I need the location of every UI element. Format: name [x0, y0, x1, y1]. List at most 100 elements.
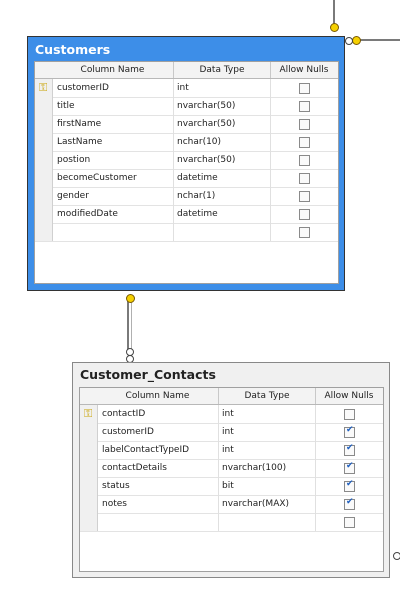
row-selector[interactable]: [35, 205, 53, 223]
data-type-cell[interactable]: int: [177, 79, 189, 97]
table-title[interactable]: Customer_Contacts: [80, 367, 216, 382]
table-row[interactable]: LastName nchar(10): [35, 133, 338, 152]
allow-nulls-checkbox[interactable]: [299, 209, 310, 220]
customers-table[interactable]: Customers Column Name Data Type Allow Nu…: [27, 36, 345, 291]
column-name-cell[interactable]: contactID: [102, 405, 145, 423]
column-name-cell[interactable]: modifiedDate: [57, 205, 118, 223]
row-selector[interactable]: [35, 97, 53, 115]
allow-nulls-checkbox[interactable]: [344, 425, 355, 438]
column-divider: [270, 205, 271, 223]
column-name-cell[interactable]: notes: [102, 495, 127, 513]
relationship-line-top[interactable]: [333, 0, 335, 25]
row-selector[interactable]: [80, 513, 98, 531]
table-row[interactable]: status bit: [80, 477, 383, 496]
data-type-cell[interactable]: nchar(10): [177, 133, 221, 151]
allow-nulls-checkbox[interactable]: [299, 155, 310, 166]
table-row[interactable]: title nvarchar(50): [35, 97, 338, 116]
column-name-cell[interactable]: gender: [57, 187, 89, 205]
relationship-line-right[interactable]: [358, 39, 400, 41]
header-allow-nulls[interactable]: Allow Nulls: [271, 62, 337, 78]
data-type-cell[interactable]: nvarchar(50): [177, 115, 235, 133]
table-row[interactable]: notes nvarchar(MAX): [80, 495, 383, 514]
column-divider: [173, 223, 174, 241]
data-type-cell[interactable]: nvarchar(50): [177, 151, 235, 169]
allow-nulls-checkbox[interactable]: [299, 119, 310, 130]
row-selector[interactable]: [35, 223, 53, 241]
data-type-cell[interactable]: datetime: [177, 169, 218, 187]
table-row[interactable]: [80, 513, 383, 532]
table-row[interactable]: firstName nvarchar(50): [35, 115, 338, 134]
row-selector[interactable]: [35, 133, 53, 151]
row-selector[interactable]: ⚿: [35, 79, 53, 97]
row-selector[interactable]: [80, 495, 98, 513]
allow-nulls-checkbox[interactable]: [299, 137, 310, 148]
column-name-cell[interactable]: customerID: [57, 79, 109, 97]
data-type-cell[interactable]: bit: [222, 477, 234, 495]
data-type-cell[interactable]: nvarchar(100): [222, 459, 286, 477]
header-data-type[interactable]: Data Type: [219, 388, 316, 404]
allow-nulls-checkbox[interactable]: [344, 497, 355, 510]
header-data-type[interactable]: Data Type: [174, 62, 271, 78]
header-column-name[interactable]: Column Name: [97, 388, 219, 404]
data-type-cell[interactable]: int: [222, 441, 234, 459]
table-row[interactable]: customerID int: [80, 423, 383, 442]
row-selector[interactable]: [35, 151, 53, 169]
column-divider: [173, 169, 174, 187]
relationship-endpoint-contacts-right[interactable]: [393, 552, 400, 560]
row-selector[interactable]: [80, 477, 98, 495]
table-row[interactable]: becomeCustomer datetime: [35, 169, 338, 188]
allow-nulls-checkbox[interactable]: [344, 443, 355, 456]
row-selector[interactable]: [80, 459, 98, 477]
relationship-key-endpoint-right[interactable]: [352, 36, 361, 45]
allow-nulls-checkbox[interactable]: [344, 461, 355, 474]
table-row[interactable]: ⚿ customerID int: [35, 79, 338, 98]
table-row[interactable]: labelContactTypeID int: [80, 441, 383, 460]
table-title[interactable]: Customers: [35, 42, 110, 57]
row-selector[interactable]: [80, 423, 98, 441]
relationship-many-endpoint-right[interactable]: [345, 37, 353, 45]
table-row[interactable]: [35, 223, 338, 242]
allow-nulls-checkbox[interactable]: [299, 227, 310, 238]
column-name-cell[interactable]: contactDetails: [102, 459, 167, 477]
column-name-cell[interactable]: status: [102, 477, 130, 495]
data-type-cell[interactable]: int: [222, 405, 234, 423]
table-row[interactable]: ⚿ contactID int: [80, 405, 383, 424]
data-type-cell[interactable]: datetime: [177, 205, 218, 223]
column-name-cell[interactable]: labelContactTypeID: [102, 441, 189, 459]
allow-nulls-checkbox[interactable]: [299, 101, 310, 112]
column-name-cell[interactable]: becomeCustomer: [57, 169, 137, 187]
data-type-cell[interactable]: nvarchar(50): [177, 97, 235, 115]
relationship-key-endpoint[interactable]: [330, 23, 339, 32]
column-name-cell[interactable]: title: [57, 97, 75, 115]
customer-contacts-table[interactable]: Customer_Contacts Column Name Data Type …: [72, 362, 390, 578]
relationship-key-endpoint-customers[interactable]: [126, 294, 135, 303]
row-selector[interactable]: ⚿: [80, 405, 98, 423]
row-selector[interactable]: [35, 187, 53, 205]
row-selector[interactable]: [35, 169, 53, 187]
allow-nulls-checkbox[interactable]: [344, 517, 355, 528]
allow-nulls-checkbox[interactable]: [299, 83, 310, 94]
data-type-cell[interactable]: nchar(1): [177, 187, 215, 205]
relationship-line-customers-contacts[interactable]: [127, 300, 129, 352]
header-column-name[interactable]: Column Name: [52, 62, 174, 78]
table-row[interactable]: contactDetails nvarchar(100): [80, 459, 383, 478]
header-allow-nulls[interactable]: Allow Nulls: [316, 388, 382, 404]
primary-key-icon: ⚿: [39, 81, 48, 94]
table-row[interactable]: modifiedDate datetime: [35, 205, 338, 224]
column-name-cell[interactable]: customerID: [102, 423, 154, 441]
allow-nulls-checkbox[interactable]: [299, 173, 310, 184]
data-type-cell[interactable]: int: [222, 423, 234, 441]
column-name-cell[interactable]: postion: [57, 151, 90, 169]
row-selector[interactable]: [35, 115, 53, 133]
allow-nulls-checkbox[interactable]: [344, 409, 355, 420]
column-name-cell[interactable]: firstName: [57, 115, 101, 133]
column-name-cell[interactable]: LastName: [57, 133, 102, 151]
table-row[interactable]: postion nvarchar(50): [35, 151, 338, 170]
data-type-cell[interactable]: nvarchar(MAX): [222, 495, 289, 513]
row-selector[interactable]: [80, 441, 98, 459]
column-divider: [173, 151, 174, 169]
allow-nulls-checkbox[interactable]: [344, 479, 355, 492]
allow-nulls-checkbox[interactable]: [299, 191, 310, 202]
relationship-line-customers-contacts-2[interactable]: [131, 300, 132, 352]
table-row[interactable]: gender nchar(1): [35, 187, 338, 206]
